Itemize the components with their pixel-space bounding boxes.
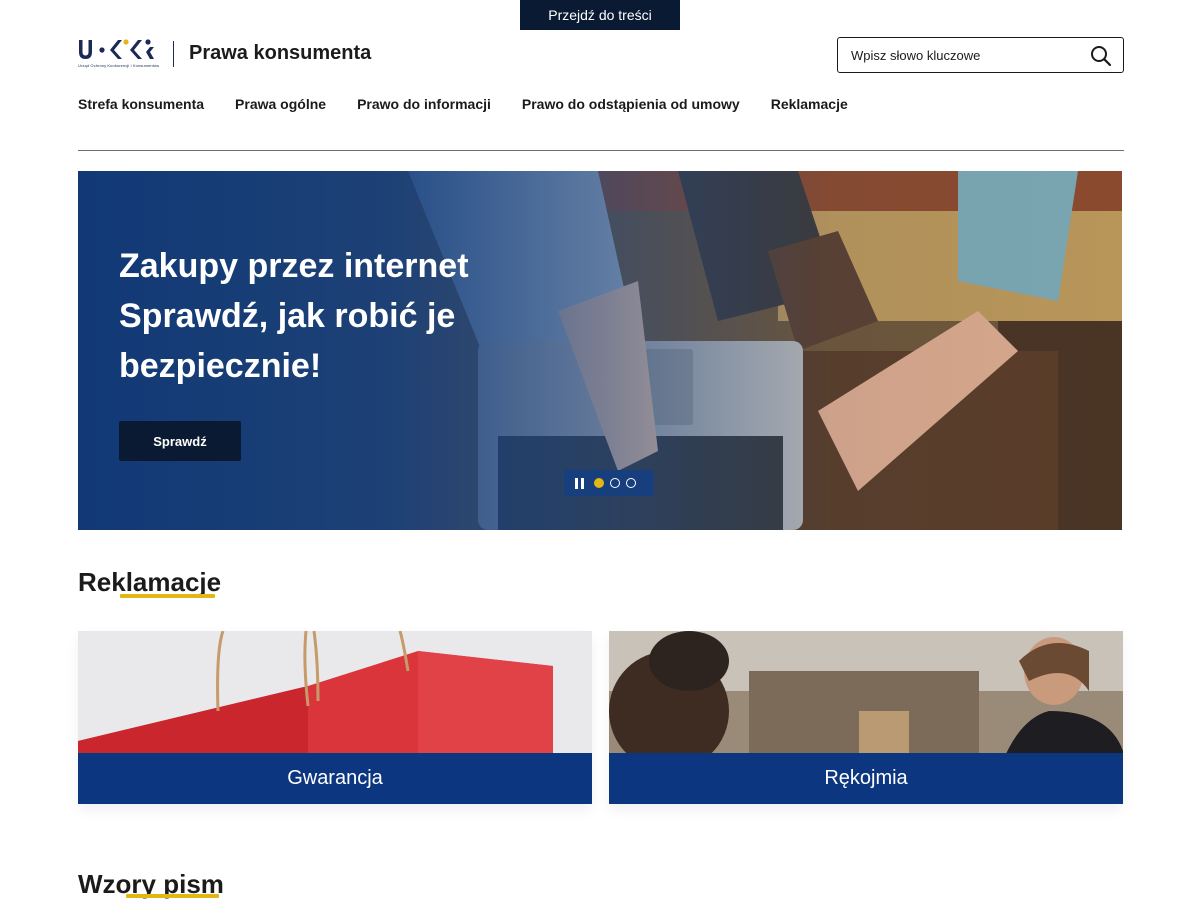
heading-accent-underline — [120, 594, 215, 598]
uokik-logo[interactable]: Urząd Ochrony Konkurencji i Konsumentów — [78, 38, 160, 70]
nav-item-prawo-do-informacji[interactable]: Prawo do informacji — [357, 96, 491, 112]
site-title[interactable]: Prawa konsumenta — [189, 42, 371, 65]
carousel-controls — [564, 470, 654, 496]
skip-to-content-link[interactable]: Przejdź do treści — [520, 0, 680, 30]
carousel-dot-2[interactable] — [610, 478, 620, 488]
nav-item-reklamacje[interactable]: Reklamacje — [771, 96, 848, 112]
nav-divider — [78, 150, 1124, 151]
search-input[interactable] — [851, 46, 1071, 64]
logo-subtitle: Urząd Ochrony Konkurencji i Konsumentów — [78, 63, 160, 68]
hero-title: Zakupy przez internet Sprawdź, jak robić… — [119, 247, 469, 385]
pause-icon[interactable] — [575, 477, 584, 489]
hero-check-button[interactable]: Sprawdź — [119, 421, 241, 461]
heading-accent-underline-2 — [126, 894, 219, 898]
logo-divider — [173, 41, 174, 67]
card-gwarancja[interactable]: Gwarancja — [78, 631, 592, 804]
nav-item-prawa-ogolne[interactable]: Prawa ogólne — [235, 96, 326, 112]
nav-item-strefa-konsumenta[interactable]: Strefa konsumenta — [78, 96, 204, 112]
card-label-rekojmia: Rękojmia — [609, 753, 1123, 804]
carousel-dot-3[interactable] — [626, 478, 636, 488]
nav-item-prawo-do-odstapienia[interactable]: Prawo do odstąpienia od umowy — [522, 96, 740, 112]
hero-carousel: Zakupy przez internet Sprawdź, jak robić… — [78, 171, 1122, 530]
carousel-dot-1[interactable] — [594, 478, 604, 488]
card-label-gwarancja: Gwarancja — [78, 753, 592, 804]
card-rekojmia[interactable]: Rękojmia — [609, 631, 1123, 804]
main-nav: Strefa konsumenta Prawa ogólne Prawo do … — [78, 96, 879, 112]
search-box — [837, 37, 1124, 73]
search-icon[interactable] — [1089, 44, 1113, 68]
